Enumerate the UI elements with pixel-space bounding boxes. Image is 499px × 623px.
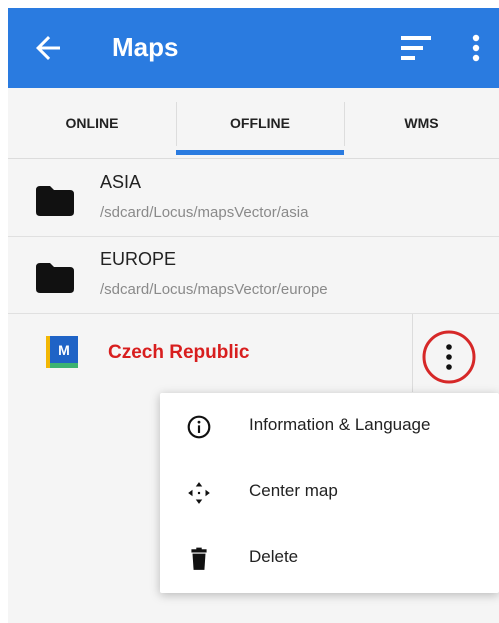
list-item-folder-asia[interactable]: ASIA /sdcard/Locus/mapsVector/asia — [8, 160, 499, 237]
page-title: Maps — [112, 32, 179, 62]
more-vert-icon[interactable] — [464, 31, 488, 65]
sort-icon[interactable] — [398, 31, 434, 65]
list-item-folder-europe[interactable]: EUROPE /sdcard/Locus/mapsVector/europe — [8, 237, 499, 314]
map-name: Czech Republic — [108, 342, 250, 363]
tab-indicator — [176, 150, 344, 155]
folder-path: /sdcard/Locus/mapsVector/asia — [100, 204, 309, 221]
folder-icon — [36, 263, 74, 293]
app-frame: Maps ONLINE OFFLINE WMS ASIA /sdcard/Loc… — [8, 8, 499, 623]
menu-item-label: Information & Language — [249, 415, 431, 434]
tab-online[interactable]: ONLINE — [8, 88, 176, 158]
menu-item-label: Center map — [249, 481, 338, 500]
folder-path: /sdcard/Locus/mapsVector/europe — [100, 281, 328, 298]
svg-text:M: M — [58, 342, 70, 358]
list-item-map[interactable]: M Czech Republic — [8, 314, 499, 392]
center-map-icon — [188, 482, 210, 504]
trash-icon — [191, 547, 207, 570]
menu-item-delete[interactable]: Delete — [160, 525, 499, 591]
arrow-back-icon[interactable] — [30, 30, 66, 66]
app-bar: Maps — [8, 8, 499, 88]
folder-title: EUROPE — [100, 249, 177, 269]
context-menu: Information & Language Center map Delete — [160, 393, 499, 593]
menu-item-center-map[interactable]: Center map — [160, 459, 499, 525]
tab-offline[interactable]: OFFLINE — [176, 88, 344, 158]
info-icon — [187, 415, 211, 439]
map-item-divider — [412, 314, 413, 392]
tab-bar: ONLINE OFFLINE WMS — [8, 88, 499, 159]
menu-item-label: Delete — [249, 547, 299, 566]
locus-map-icon: M — [46, 336, 78, 368]
map-more-vert-icon[interactable] — [420, 328, 478, 386]
folder-title: ASIA — [100, 172, 142, 192]
menu-item-information-language[interactable]: Information & Language — [160, 393, 499, 459]
tab-wms[interactable]: WMS — [344, 88, 499, 158]
folder-icon — [36, 186, 74, 216]
